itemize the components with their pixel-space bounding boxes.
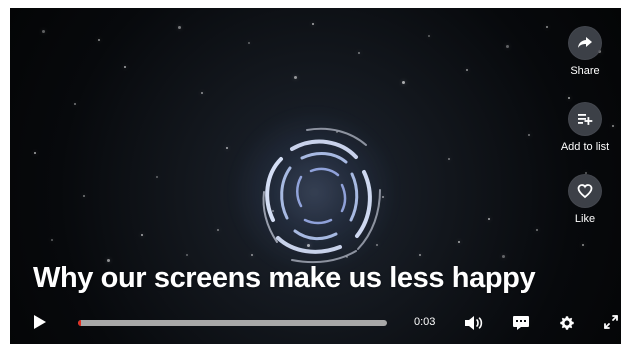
- fullscreen-icon: [604, 315, 618, 329]
- star: [226, 147, 228, 149]
- video-player[interactable]: Share Add to list Like Why our screens m…: [10, 8, 621, 344]
- volume-button[interactable]: [462, 311, 486, 335]
- like-label: Like: [574, 213, 596, 225]
- star: [466, 69, 468, 71]
- play-button[interactable]: [28, 310, 52, 334]
- current-time: 0:03: [414, 316, 436, 328]
- star: [272, 210, 274, 212]
- share-label: Share: [570, 65, 600, 77]
- add-to-list-label: Add to list: [560, 141, 610, 153]
- star: [448, 158, 450, 160]
- star: [51, 239, 53, 241]
- share-icon-svg: [578, 37, 592, 48]
- star: [358, 52, 360, 54]
- progress-fill: [78, 320, 82, 326]
- star: [376, 244, 378, 246]
- star: [42, 30, 45, 33]
- star: [582, 244, 584, 246]
- volume-icon: [465, 316, 483, 330]
- star: [156, 176, 158, 178]
- star: [458, 241, 460, 243]
- star: [141, 234, 143, 236]
- star: [201, 92, 203, 94]
- star: [98, 39, 100, 41]
- star: [124, 66, 126, 68]
- star: [34, 152, 36, 154]
- star: [488, 218, 490, 220]
- star: [186, 254, 188, 256]
- play-icon: [34, 315, 46, 329]
- star: [74, 103, 76, 105]
- star: [536, 229, 538, 231]
- settings-gear-icon: [560, 316, 574, 330]
- star: [528, 134, 530, 136]
- fullscreen-button[interactable]: [600, 311, 621, 333]
- add-to-list-icon-svg: [578, 114, 593, 125]
- star: [419, 254, 421, 256]
- star: [382, 196, 384, 198]
- progress-bar[interactable]: [78, 320, 387, 326]
- star: [568, 97, 570, 99]
- star: [294, 76, 297, 79]
- settings-button[interactable]: [555, 311, 579, 335]
- star: [346, 256, 348, 258]
- star: [248, 42, 250, 44]
- video-title: Why our screens make us less happy: [33, 262, 536, 294]
- star: [178, 26, 181, 29]
- video-player-frame: Share Add to list Like Why our screens m…: [0, 0, 623, 346]
- star: [336, 131, 338, 133]
- star: [251, 254, 253, 256]
- share-button[interactable]: Share: [549, 26, 621, 78]
- add-to-list-button[interactable]: Add to list: [549, 102, 621, 154]
- star: [428, 35, 430, 37]
- video-controls: 0:03: [10, 304, 621, 344]
- star: [312, 23, 314, 25]
- ring-artwork-svg: [262, 127, 381, 264]
- star: [402, 81, 405, 84]
- share-icon: [568, 26, 602, 60]
- like-button[interactable]: Like: [549, 174, 621, 226]
- star: [307, 244, 310, 247]
- heart-icon: [568, 174, 602, 208]
- star: [546, 26, 548, 28]
- captions-icon: [513, 316, 529, 330]
- star: [506, 45, 509, 48]
- star: [83, 195, 85, 197]
- heart-icon-svg: [577, 184, 593, 199]
- captions-button[interactable]: [509, 311, 533, 335]
- add-to-list-icon: [568, 102, 602, 136]
- star: [217, 229, 219, 231]
- star: [502, 255, 505, 258]
